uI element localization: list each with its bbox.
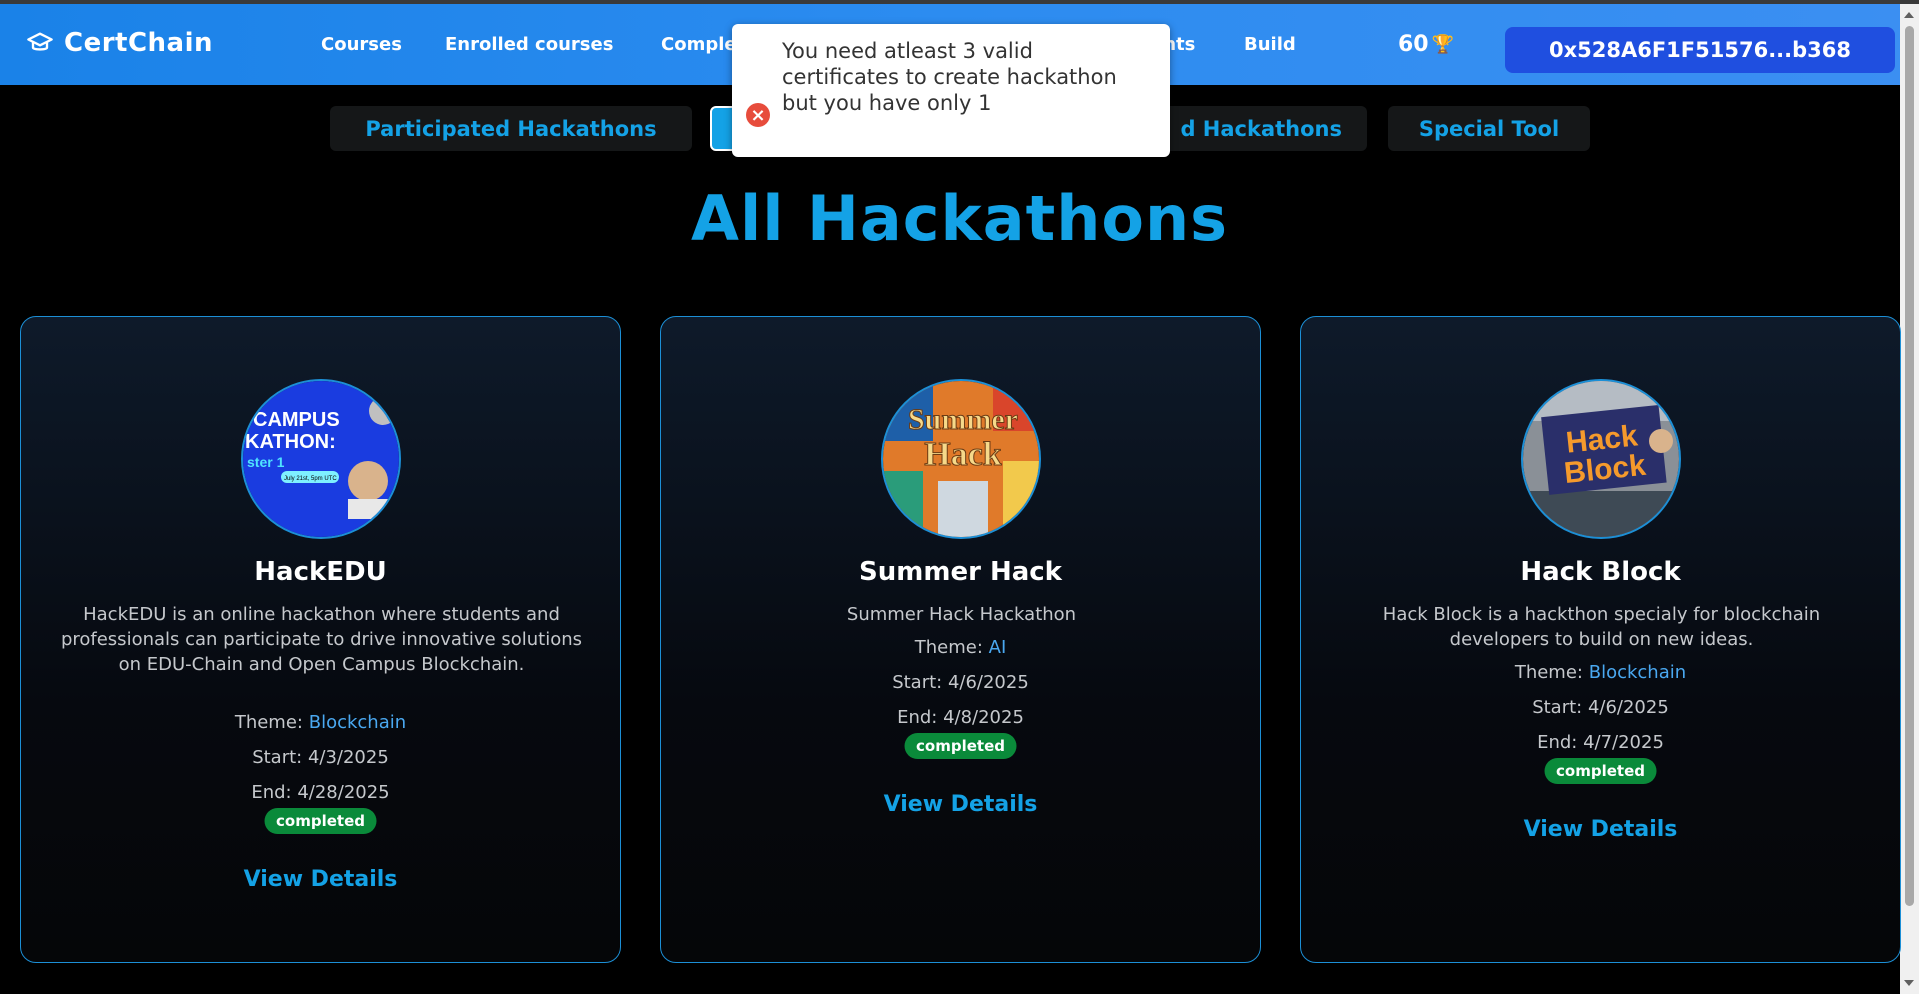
tab-participated-hackathons[interactable]: Participated Hackathons (330, 106, 692, 151)
trophy-icon: 🏆 (1431, 34, 1455, 55)
status-badge: completed (264, 808, 377, 834)
graduation-cap-icon (27, 32, 53, 51)
hackathon-start: Start: 4/6/2025 (1532, 697, 1669, 718)
wallet-address-button[interactable]: 0x528A6F1F51576...b368 (1505, 27, 1895, 73)
hackathon-description: Hack Block is a hackthon specialy for bl… (1382, 604, 1821, 650)
nav-enrolled-courses[interactable]: Enrolled courses (445, 34, 613, 55)
hackathon-theme: Theme: Blockchain (234, 712, 407, 733)
hackathon-end: End: 4/7/2025 (1537, 732, 1664, 753)
svg-text:Hack: Hack (924, 436, 1002, 473)
hackathon-title: Hack Block (1520, 557, 1681, 587)
hackathon-theme: Theme: Blockchain (1514, 662, 1687, 683)
page-title: All Hackathons (690, 182, 1229, 255)
hackathon-start: Start: 4/6/2025 (892, 672, 1029, 693)
hackathon-end: End: 4/8/2025 (897, 707, 1024, 728)
svg-text:ster 1: ster 1 (247, 454, 285, 470)
nav-courses[interactable]: Courses (321, 34, 402, 55)
tab-special-tool[interactable]: Special Tool (1388, 106, 1590, 151)
svg-text:CAMPUS: CAMPUS (253, 409, 340, 431)
scrollbar[interactable] (1900, 4, 1919, 994)
points-value: 60 (1398, 32, 1429, 57)
hackathon-start: Start: 4/3/2025 (252, 747, 389, 768)
svg-text:KATHON:: KATHON: (245, 431, 336, 453)
hackathon-description: HackEDU is an online hackathon where stu… (60, 604, 583, 675)
status-badge: completed (904, 733, 1017, 759)
svg-text:July 21st, 5pm UTC: July 21st, 5pm UTC (284, 476, 337, 482)
hackathon-theme: Theme: AI (914, 637, 1007, 658)
view-details-link[interactable]: View Details (661, 792, 1260, 817)
nav-completed[interactable]: Comple (661, 34, 737, 55)
brand-name: CertChain (64, 28, 214, 58)
points-display: 60 🏆 (1398, 32, 1454, 57)
error-x-icon: × (746, 103, 770, 127)
hackathon-image: Summer Hack (881, 379, 1041, 539)
brand-logo[interactable]: CertChain (26, 28, 213, 58)
hackathon-description: Summer Hack Hackathon (846, 604, 1077, 625)
hackathon-image: Hack Block (1521, 379, 1681, 539)
theme-value: Blockchain (1588, 662, 1687, 683)
theme-value: AI (988, 637, 1007, 658)
hackathon-image: CAMPUS KATHON: ster 1 July 21st, 5pm UTC (241, 379, 401, 539)
view-details-link[interactable]: View Details (21, 867, 620, 892)
toast-message: You need atleast 3 valid certificates to… (782, 39, 1117, 115)
scroll-thumb[interactable] (1905, 26, 1914, 906)
hackathon-title: HackEDU (254, 557, 387, 587)
hackathon-title: Summer Hack (859, 557, 1062, 587)
svg-text:Summer: Summer (908, 403, 1018, 436)
status-badge: completed (1544, 758, 1657, 784)
hackathon-card: Summer Hack Summer Hack Summer Hack Hack… (660, 316, 1261, 963)
scroll-down-arrow-icon[interactable] (1904, 980, 1914, 986)
hackathon-end: End: 4/28/2025 (251, 782, 390, 803)
nav-build[interactable]: Build (1244, 34, 1296, 55)
view-details-link[interactable]: View Details (1301, 817, 1900, 842)
hackathon-card: CAMPUS KATHON: ster 1 July 21st, 5pm UTC… (20, 316, 621, 963)
theme-value: Blockchain (308, 712, 407, 733)
hackathon-card: Hack Block Hack Block Hack Block is a ha… (1300, 316, 1901, 963)
error-toast: × You need atleast 3 valid certificates … (732, 24, 1170, 157)
scroll-up-arrow-icon[interactable] (1904, 12, 1914, 18)
